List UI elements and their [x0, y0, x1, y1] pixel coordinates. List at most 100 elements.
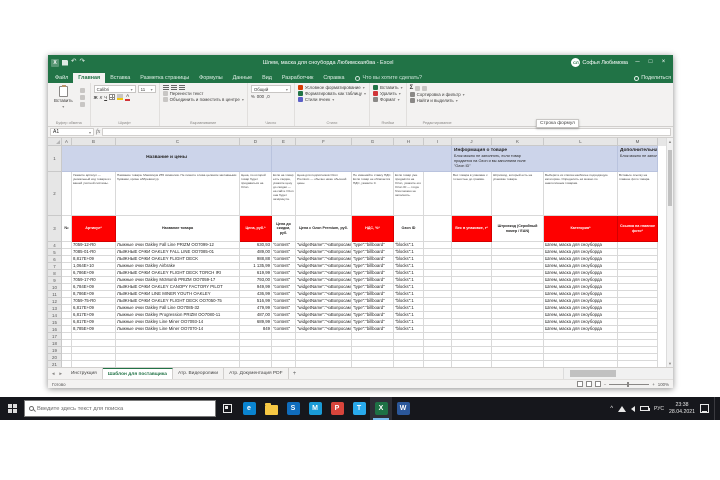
cell[interactable]: [492, 361, 544, 367]
cell[interactable]: [394, 347, 424, 354]
cell[interactable]: Шлем, маска для сноуборда: [544, 242, 618, 249]
cell[interactable]: "widgetName":"чзВопросам": [296, 284, 352, 291]
cell[interactable]: "type":"billboard": [352, 291, 394, 298]
cell[interactable]: "widgetName":"чзВопросам": [296, 291, 352, 298]
cell[interactable]: [424, 333, 452, 340]
row-header-17[interactable]: 17: [48, 333, 62, 340]
cell[interactable]: 630,93: [240, 242, 272, 249]
cell[interactable]: [424, 277, 452, 284]
insert-function-icon[interactable]: fx: [96, 129, 100, 135]
cell[interactable]: [424, 347, 452, 354]
cell[interactable]: [62, 298, 72, 305]
ribbon-tab-home[interactable]: Главная: [73, 73, 105, 83]
cell[interactable]: Шлем, маска для сноуборда: [544, 263, 618, 270]
cell[interactable]: [394, 340, 424, 347]
cell[interactable]: 516,99: [240, 298, 272, 305]
cell[interactable]: Лыжные очки Oakley Progression PRIZM OO7…: [116, 312, 240, 319]
cell[interactable]: [618, 347, 658, 354]
cell[interactable]: [424, 256, 452, 263]
sheet-tab-attr-docs[interactable]: Атр. Документация PDF: [224, 368, 288, 379]
row-header-15[interactable]: 15: [48, 319, 62, 326]
cell[interactable]: [452, 277, 492, 284]
comma-style-button[interactable]: 000: [257, 94, 264, 99]
row-header-7[interactable]: 7: [48, 263, 62, 270]
cell[interactable]: [240, 333, 272, 340]
cell[interactable]: [394, 361, 424, 367]
cell[interactable]: Шлем, маска для сноуборда: [544, 284, 618, 291]
vertical-scroll-thumb[interactable]: [668, 150, 672, 206]
sheet-tab-instruction[interactable]: Инструкция: [66, 368, 103, 379]
help-cell[interactable]: Если товар уже продаётся на Ozon, укажит…: [394, 172, 424, 216]
cell[interactable]: [62, 242, 72, 249]
cell[interactable]: "content": [272, 256, 296, 263]
cell[interactable]: ЛЫЖНЫЕ ОЧКИ OAKLEY FLIGHT DECK OO7050-75: [116, 298, 240, 305]
field-header[interactable]: Вес в упаковке, г*: [452, 216, 492, 242]
cell[interactable]: "content": [272, 270, 296, 277]
cell[interactable]: [424, 312, 452, 319]
cell[interactable]: [492, 333, 544, 340]
format-painter-icon[interactable]: [80, 102, 85, 107]
field-header[interactable]: Артикул*: [72, 216, 116, 242]
cell[interactable]: "content": [272, 305, 296, 312]
font-size-select[interactable]: 11▾: [138, 85, 156, 93]
help-cell[interactable]: Укажите артикул — уникальный код товара …: [72, 172, 116, 216]
row-header-3[interactable]: 3: [48, 216, 62, 242]
column-header-A[interactable]: A: [62, 138, 72, 146]
page-layout-view-icon[interactable]: [586, 381, 592, 387]
column-header-G[interactable]: G: [352, 138, 394, 146]
row-header-8[interactable]: 8: [48, 270, 62, 277]
cell[interactable]: [452, 291, 492, 298]
cell[interactable]: 8,817E+09: [72, 256, 116, 263]
cell[interactable]: "blocks":1: [394, 270, 424, 277]
cell[interactable]: [492, 291, 544, 298]
row-header-20[interactable]: 20: [48, 354, 62, 361]
cell[interactable]: "widgetName":"чзВопросам": [296, 263, 352, 270]
column-header-K[interactable]: K: [492, 138, 544, 146]
language-indicator[interactable]: РУС: [654, 406, 664, 412]
cell[interactable]: [352, 347, 394, 354]
save-icon[interactable]: [62, 60, 68, 66]
cell[interactable]: "widgetName":"чзВопросам": [296, 312, 352, 319]
excel-icon[interactable]: X: [370, 397, 392, 420]
cell[interactable]: [296, 347, 352, 354]
cell[interactable]: [424, 249, 452, 256]
help-cell[interactable]: Вставьте ссылку на главное фото товара.: [618, 172, 658, 216]
cell[interactable]: [424, 340, 452, 347]
cell[interactable]: [618, 291, 658, 298]
cell[interactable]: "content": [272, 249, 296, 256]
sheet-tab-attr-video[interactable]: Атр. Видеоролики: [173, 368, 224, 379]
cell[interactable]: [424, 270, 452, 277]
column-header-I[interactable]: I: [424, 138, 452, 146]
help-cell[interactable]: Название товара. Максимум 255 символов. …: [116, 172, 240, 216]
help-cell[interactable]: Штрихкод, который есть на упаковке товар…: [492, 172, 544, 216]
name-box[interactable]: A1▾: [50, 128, 94, 136]
cell[interactable]: [62, 354, 72, 361]
cell[interactable]: "widgetName":"чзВопросам": [296, 298, 352, 305]
cell[interactable]: [544, 361, 618, 367]
cell[interactable]: "type":"billboard": [352, 298, 394, 305]
cell[interactable]: "content": [272, 312, 296, 319]
cell[interactable]: [618, 354, 658, 361]
field-header[interactable]: Ozon ID: [394, 216, 424, 242]
cell[interactable]: [618, 256, 658, 263]
help-cell[interactable]: [424, 172, 452, 216]
cell[interactable]: Лыжные очки Oakley Fall Line OO7085-32: [116, 305, 240, 312]
zoom-in-button[interactable]: +: [652, 382, 655, 387]
cell[interactable]: ЛЫЖНЫЕ ОЧКИ OAKLEY FALL LINE OO7085-01: [116, 249, 240, 256]
row-header-9[interactable]: 9: [48, 277, 62, 284]
page-break-view-icon[interactable]: [595, 381, 601, 387]
bold-button[interactable]: Ж: [94, 95, 98, 100]
cell[interactable]: "content": [272, 319, 296, 326]
cell[interactable]: 6,817E+09: [72, 312, 116, 319]
cell[interactable]: [116, 347, 240, 354]
cell[interactable]: [452, 347, 492, 354]
cell[interactable]: [424, 298, 452, 305]
cell[interactable]: [492, 263, 544, 270]
zoom-percent[interactable]: 100%: [658, 382, 669, 387]
cell[interactable]: [352, 354, 394, 361]
cell[interactable]: [394, 333, 424, 340]
cell[interactable]: "type":"billboard": [352, 249, 394, 256]
select-all-corner[interactable]: [48, 138, 62, 146]
cell[interactable]: Лыжные очки Oakley Airbrake: [116, 263, 240, 270]
cell[interactable]: [452, 319, 492, 326]
